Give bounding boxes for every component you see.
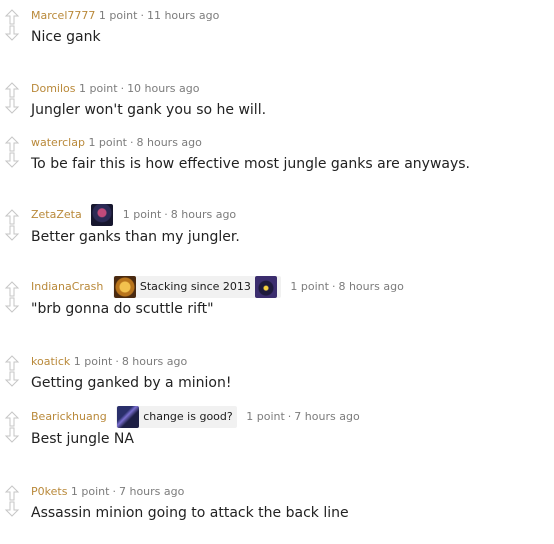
comment-body: Best jungle NA (31, 431, 134, 447)
downvote-arrow-icon[interactable] (4, 225, 20, 241)
comment-meta: koatick 1 point · 8 hours ago (31, 355, 187, 369)
separator: · (287, 410, 292, 423)
vote-arrows (4, 209, 20, 241)
comment-score: 1 point (79, 82, 118, 95)
upvote-arrow-icon[interactable] (4, 411, 20, 427)
separator: · (120, 82, 125, 95)
separator: · (112, 485, 116, 498)
comment-meta: waterclap 1 point · 8 hours ago (31, 136, 202, 150)
upvote-arrow-icon[interactable] (4, 355, 20, 371)
comment-meta: Bearickhuang change is good? 1 point · 7 h… (31, 405, 360, 429)
champion-portrait-icon (91, 204, 114, 226)
comment-time[interactable]: 8 hours ago (137, 136, 202, 149)
comment-body: Nice gank (31, 29, 101, 45)
comment-meta: Marcel7777 1 point · 11 hours ago (31, 9, 219, 23)
separator: · (115, 355, 119, 368)
comment-author[interactable]: waterclap (31, 136, 85, 149)
veigar-icon (254, 276, 277, 298)
vote-arrows (4, 281, 20, 313)
comment-author[interactable]: Domilos (31, 82, 76, 95)
vote-arrows (4, 9, 20, 41)
comment-score: 1 point (246, 410, 285, 423)
user-flair: Stacking since 2013 (112, 276, 281, 298)
user-flair: change is good? (116, 406, 237, 428)
champion-portrait-icon (117, 406, 140, 428)
comment-body: Jungler won't gank you so he will. (31, 102, 267, 118)
mejais-icon (113, 276, 136, 298)
comment-score: 1 point (98, 9, 138, 22)
upvote-arrow-icon[interactable] (4, 281, 20, 297)
downvote-arrow-icon[interactable] (4, 297, 20, 313)
vote-arrows (4, 485, 20, 517)
separator: · (331, 280, 336, 293)
comment-time[interactable]: 7 hours ago (119, 485, 184, 498)
comment-body: To be fair this is how effective most ju… (31, 156, 470, 172)
comment-score: 1 point (122, 208, 162, 221)
comment-body: Better ganks than my jungler. (31, 229, 240, 245)
upvote-arrow-icon[interactable] (4, 209, 20, 225)
flair-text: Stacking since 2013 (139, 280, 251, 293)
comment-body: Getting ganked by a minion! (31, 375, 232, 391)
comment-time[interactable]: 10 hours ago (127, 82, 199, 95)
comment-score: 1 point (88, 136, 127, 149)
comment-meta: Domilos 1 point · 10 hours ago (31, 82, 199, 96)
flair-text: change is good? (143, 410, 233, 423)
downvote-arrow-icon[interactable] (4, 501, 20, 517)
comment-time[interactable]: 8 hours ago (122, 355, 187, 368)
upvote-arrow-icon[interactable] (4, 485, 20, 501)
vote-arrows (4, 82, 20, 114)
separator: · (164, 208, 168, 221)
comment-time[interactable]: 11 hours ago (147, 9, 219, 22)
comment-author[interactable]: P0kets (31, 485, 67, 498)
upvote-arrow-icon[interactable] (4, 9, 20, 25)
comment-body: Assassin minion going to attack the back… (31, 505, 349, 521)
comment-author[interactable]: ZetaZeta (31, 208, 82, 221)
vote-arrows (4, 411, 20, 443)
downvote-arrow-icon[interactable] (4, 427, 20, 443)
comment-meta: P0kets 1 point · 7 hours ago (31, 485, 184, 499)
upvote-arrow-icon[interactable] (4, 82, 20, 98)
separator: · (130, 136, 134, 149)
downvote-arrow-icon[interactable] (4, 152, 20, 168)
comment-time[interactable]: 8 hours ago (171, 208, 236, 221)
comment-score: 1 point (290, 280, 329, 293)
vote-arrows (4, 136, 20, 168)
downvote-arrow-icon[interactable] (4, 371, 20, 387)
comment-author[interactable]: koatick (31, 355, 70, 368)
downvote-arrow-icon[interactable] (4, 25, 20, 41)
separator: · (140, 9, 144, 22)
comment-meta: ZetaZeta 1 point · 8 hours ago (31, 203, 236, 227)
comment-author[interactable]: IndianaCrash (31, 280, 103, 293)
comment-score: 1 point (70, 485, 110, 498)
comment-meta: IndianaCrash Stacking since 2013 1 point… (31, 275, 404, 299)
comment-body: "brb gonna do scuttle rift" (31, 301, 214, 317)
downvote-arrow-icon[interactable] (4, 98, 20, 114)
comment-author[interactable]: Marcel7777 (31, 9, 95, 22)
comment-author[interactable]: Bearickhuang (31, 410, 107, 423)
comment-time[interactable]: 8 hours ago (338, 280, 403, 293)
upvote-arrow-icon[interactable] (4, 136, 20, 152)
vote-arrows (4, 355, 20, 387)
comment-time[interactable]: 7 hours ago (294, 410, 359, 423)
comment-score: 1 point (73, 355, 113, 368)
